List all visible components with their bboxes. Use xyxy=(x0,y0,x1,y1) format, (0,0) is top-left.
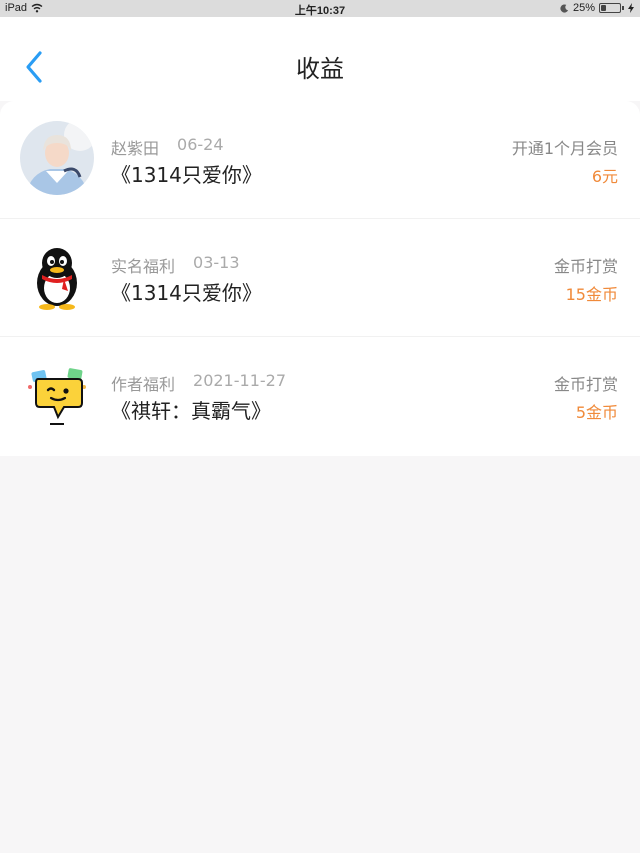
source-name: 赵紫田 xyxy=(111,139,160,158)
book-title: 《1314只爱你》 xyxy=(111,281,262,305)
battery-tip xyxy=(622,6,624,10)
battery-percent: 25% xyxy=(572,2,595,14)
wink-chat-bubble-avatar-icon xyxy=(20,357,94,431)
penguin-avatar-icon xyxy=(20,239,94,313)
row-meta: 赵紫田 06-24 xyxy=(111,135,224,159)
earnings-row[interactable]: 赵紫田 06-24 《1314只爱你》 开通1个月会员 6元 xyxy=(0,101,640,219)
book-title: 《1314只爱你》 xyxy=(111,163,262,187)
status-bar: iPad 上午10:37 25% xyxy=(0,0,640,17)
source-name: 作者福利 xyxy=(111,375,176,394)
earning-type: 金币打赏 xyxy=(553,375,618,394)
charging-bolt-icon xyxy=(628,3,634,13)
clock: 上午10:37 xyxy=(294,5,346,17)
earnings-row[interactable]: 作者福利 2021-11-27 《祺轩：真霸气》 金币打赏 5金币 xyxy=(0,337,640,455)
header-bar: 收益 xyxy=(0,17,640,101)
row-meta: 实名福利 03-13 xyxy=(111,253,240,277)
book-title: 《祺轩：真霸气》 xyxy=(111,399,271,423)
earning-amount: 15金币 xyxy=(565,285,618,304)
battery-level xyxy=(601,5,606,11)
earning-type: 金币打赏 xyxy=(553,257,618,276)
earning-type: 开通1个月会员 xyxy=(511,139,618,158)
earning-date: 06-24 xyxy=(177,135,224,154)
moon-icon xyxy=(560,3,569,13)
page-title: 收益 xyxy=(296,55,344,83)
source-name: 实名福利 xyxy=(111,257,176,276)
earning-date: 03-13 xyxy=(193,253,240,272)
row-meta: 作者福利 2021-11-27 xyxy=(111,371,286,395)
earnings-list: 赵紫田 06-24 《1314只爱你》 开通1个月会员 6元 实名福利 03-1… xyxy=(0,101,640,456)
earning-amount: 6元 xyxy=(591,167,618,186)
earning-date: 2021-11-27 xyxy=(193,371,286,390)
earning-amount: 5金币 xyxy=(575,403,618,422)
earnings-row[interactable]: 实名福利 03-13 《1314只爱你》 金币打赏 15金币 xyxy=(0,219,640,337)
user-photo-avatar-icon xyxy=(20,121,94,195)
status-right: 25% xyxy=(560,2,634,14)
battery-icon xyxy=(599,3,621,13)
